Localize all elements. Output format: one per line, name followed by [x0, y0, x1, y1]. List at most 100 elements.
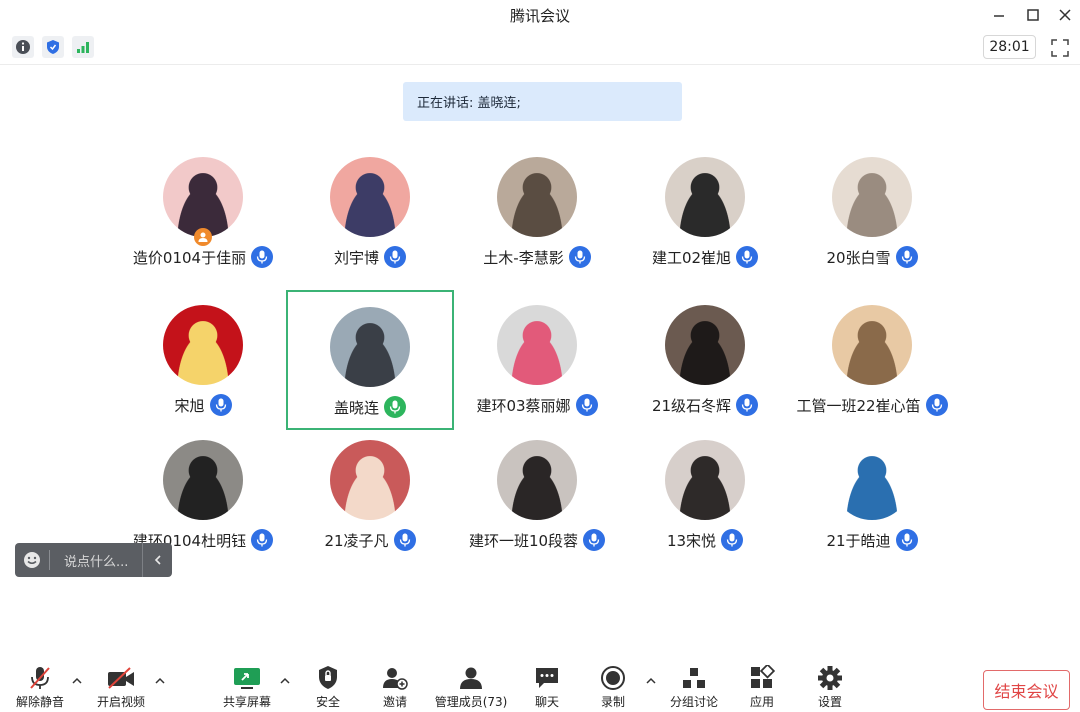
apps-grid-icon [751, 664, 775, 688]
mic-status-icon [575, 394, 598, 416]
participant-name-row: 刘宇博 [286, 246, 454, 268]
participant-name-row: 建工02崔旭 [621, 246, 789, 268]
audio-options-caret[interactable] [70, 674, 84, 688]
chat-label: 聊天 [534, 695, 559, 709]
participant-name-row: 21级石冬辉 [621, 394, 789, 416]
participant-tile[interactable]: 造价0104于佳丽 [119, 142, 287, 282]
info-icon [16, 40, 30, 54]
minimize-button[interactable] [987, 4, 1011, 26]
participant-tile[interactable]: 工管一班22崔心笛 [788, 290, 956, 430]
breakout-rooms-label: 分组讨论 [669, 695, 718, 709]
video-options-caret[interactable] [153, 674, 167, 688]
title-bar: 腾讯会议 [0, 0, 1080, 30]
close-icon [1059, 9, 1071, 21]
avatar [330, 440, 410, 520]
start-video-button[interactable]: 开启视频 [86, 664, 156, 710]
apps-label: 应用 [749, 695, 774, 709]
participant-name-row: 宋旭 [119, 394, 287, 416]
minimize-icon [994, 15, 1004, 17]
avatar [163, 157, 243, 237]
participant-name: 21级石冬辉 [651, 396, 732, 415]
chevron-up-icon [646, 677, 656, 684]
mic-status-icon [895, 529, 918, 551]
mic-status-icon [251, 529, 274, 551]
mic-status-icon [721, 529, 744, 551]
participant-tile[interactable]: 20张白雪 [788, 142, 956, 282]
participant-tile[interactable]: 21凌子凡 [286, 425, 454, 565]
signal-bars-icon [77, 42, 89, 53]
participant-tile[interactable]: 建环一班10段蓉 [453, 425, 621, 565]
mic-status-icon [209, 394, 232, 416]
gear-icon [818, 665, 842, 690]
participant-name: 21凌子凡 [324, 531, 389, 550]
breakout-rooms-button[interactable]: 分组讨论 [659, 664, 729, 710]
participant-name: 13宋悦 [666, 531, 717, 550]
invite-button[interactable]: 邀请 [360, 664, 430, 710]
share-screen-icon [234, 667, 260, 689]
chat-bubble-icon [536, 667, 558, 688]
participant-name-row: 20张白雪 [788, 246, 956, 268]
manage-members-button[interactable]: 管理成员(73) [435, 664, 507, 710]
chevron-up-icon [280, 677, 290, 684]
window-title: 腾讯会议 [509, 7, 570, 25]
fullscreen-button[interactable] [1049, 37, 1071, 59]
participant-name-row: 21凌子凡 [286, 529, 454, 551]
apps-button[interactable]: 应用 [727, 664, 797, 710]
participant-name: 土木-李慧影 [483, 248, 564, 267]
security-status-button[interactable] [42, 36, 64, 58]
share-screen-button[interactable]: 共享屏幕 [212, 664, 282, 710]
quick-chat-bar[interactable]: 说点什么... [15, 543, 172, 577]
speaking-indicator: 正在讲话: 盖晓连; [403, 82, 682, 121]
meeting-timer: 28:01 [983, 35, 1036, 59]
avatar [665, 440, 745, 520]
participant-name-row: 造价0104于佳丽 [119, 246, 287, 268]
maximize-icon [1027, 9, 1039, 21]
participant-tile[interactable]: 宋旭 [119, 290, 287, 430]
network-status-button[interactable] [72, 36, 94, 58]
breakout-rooms-icon [683, 667, 705, 688]
participant-tile[interactable]: 盖晓连 [286, 290, 454, 430]
mic-status-icon [895, 246, 918, 268]
share-options-caret[interactable] [278, 674, 292, 688]
participant-name-row: 13宋悦 [621, 529, 789, 551]
participant-name: 宋旭 [174, 396, 205, 415]
close-button[interactable] [1053, 4, 1077, 26]
record-icon [601, 665, 625, 690]
emoji-button[interactable] [15, 543, 49, 577]
meeting-info-button[interactable] [12, 36, 34, 58]
invite-label: 邀请 [382, 695, 407, 709]
chat-input[interactable]: 说点什么... [50, 551, 142, 570]
collapse-chat-button[interactable] [142, 543, 172, 577]
share-screen-label: 共享屏幕 [222, 695, 271, 709]
participant-name-row: 建环一班10段蓉 [453, 529, 621, 551]
participant-tile[interactable]: 建工02崔旭 [621, 142, 789, 282]
mic-status-icon [925, 394, 948, 416]
chat-button[interactable]: 聊天 [512, 664, 582, 710]
start-video-label: 开启视频 [96, 695, 145, 709]
record-options-caret[interactable] [644, 674, 658, 688]
security-button[interactable]: 安全 [293, 664, 363, 710]
emoji-face-icon [24, 552, 40, 568]
unmute-button[interactable]: 解除静音 [5, 664, 75, 710]
maximize-button[interactable] [1021, 4, 1045, 26]
avatar [330, 307, 410, 387]
participant-tile[interactable]: 21于皓迪 [788, 425, 956, 565]
participant-name-row: 21于皓迪 [788, 529, 956, 551]
participant-tile[interactable]: 刘宇博 [286, 142, 454, 282]
avatar [497, 305, 577, 385]
chevron-left-icon [154, 555, 161, 565]
participant-tile[interactable]: 土木-李慧影 [453, 142, 621, 282]
participant-tile[interactable]: 建环03蔡丽娜 [453, 290, 621, 430]
participant-tile[interactable]: 13宋悦 [621, 425, 789, 565]
fullscreen-icon [1051, 39, 1069, 57]
avatar [497, 157, 577, 237]
end-meeting-button[interactable]: 结束会议 [983, 670, 1070, 710]
participant-name-row: 盖晓连 [288, 396, 452, 418]
mic-status-icon [736, 394, 759, 416]
add-user-icon [383, 667, 408, 690]
record-button[interactable]: 录制 [578, 664, 648, 710]
settings-button[interactable]: 设置 [795, 664, 865, 710]
participant-tile[interactable]: 21级石冬辉 [621, 290, 789, 430]
avatar [832, 157, 912, 237]
avatar [163, 305, 243, 385]
